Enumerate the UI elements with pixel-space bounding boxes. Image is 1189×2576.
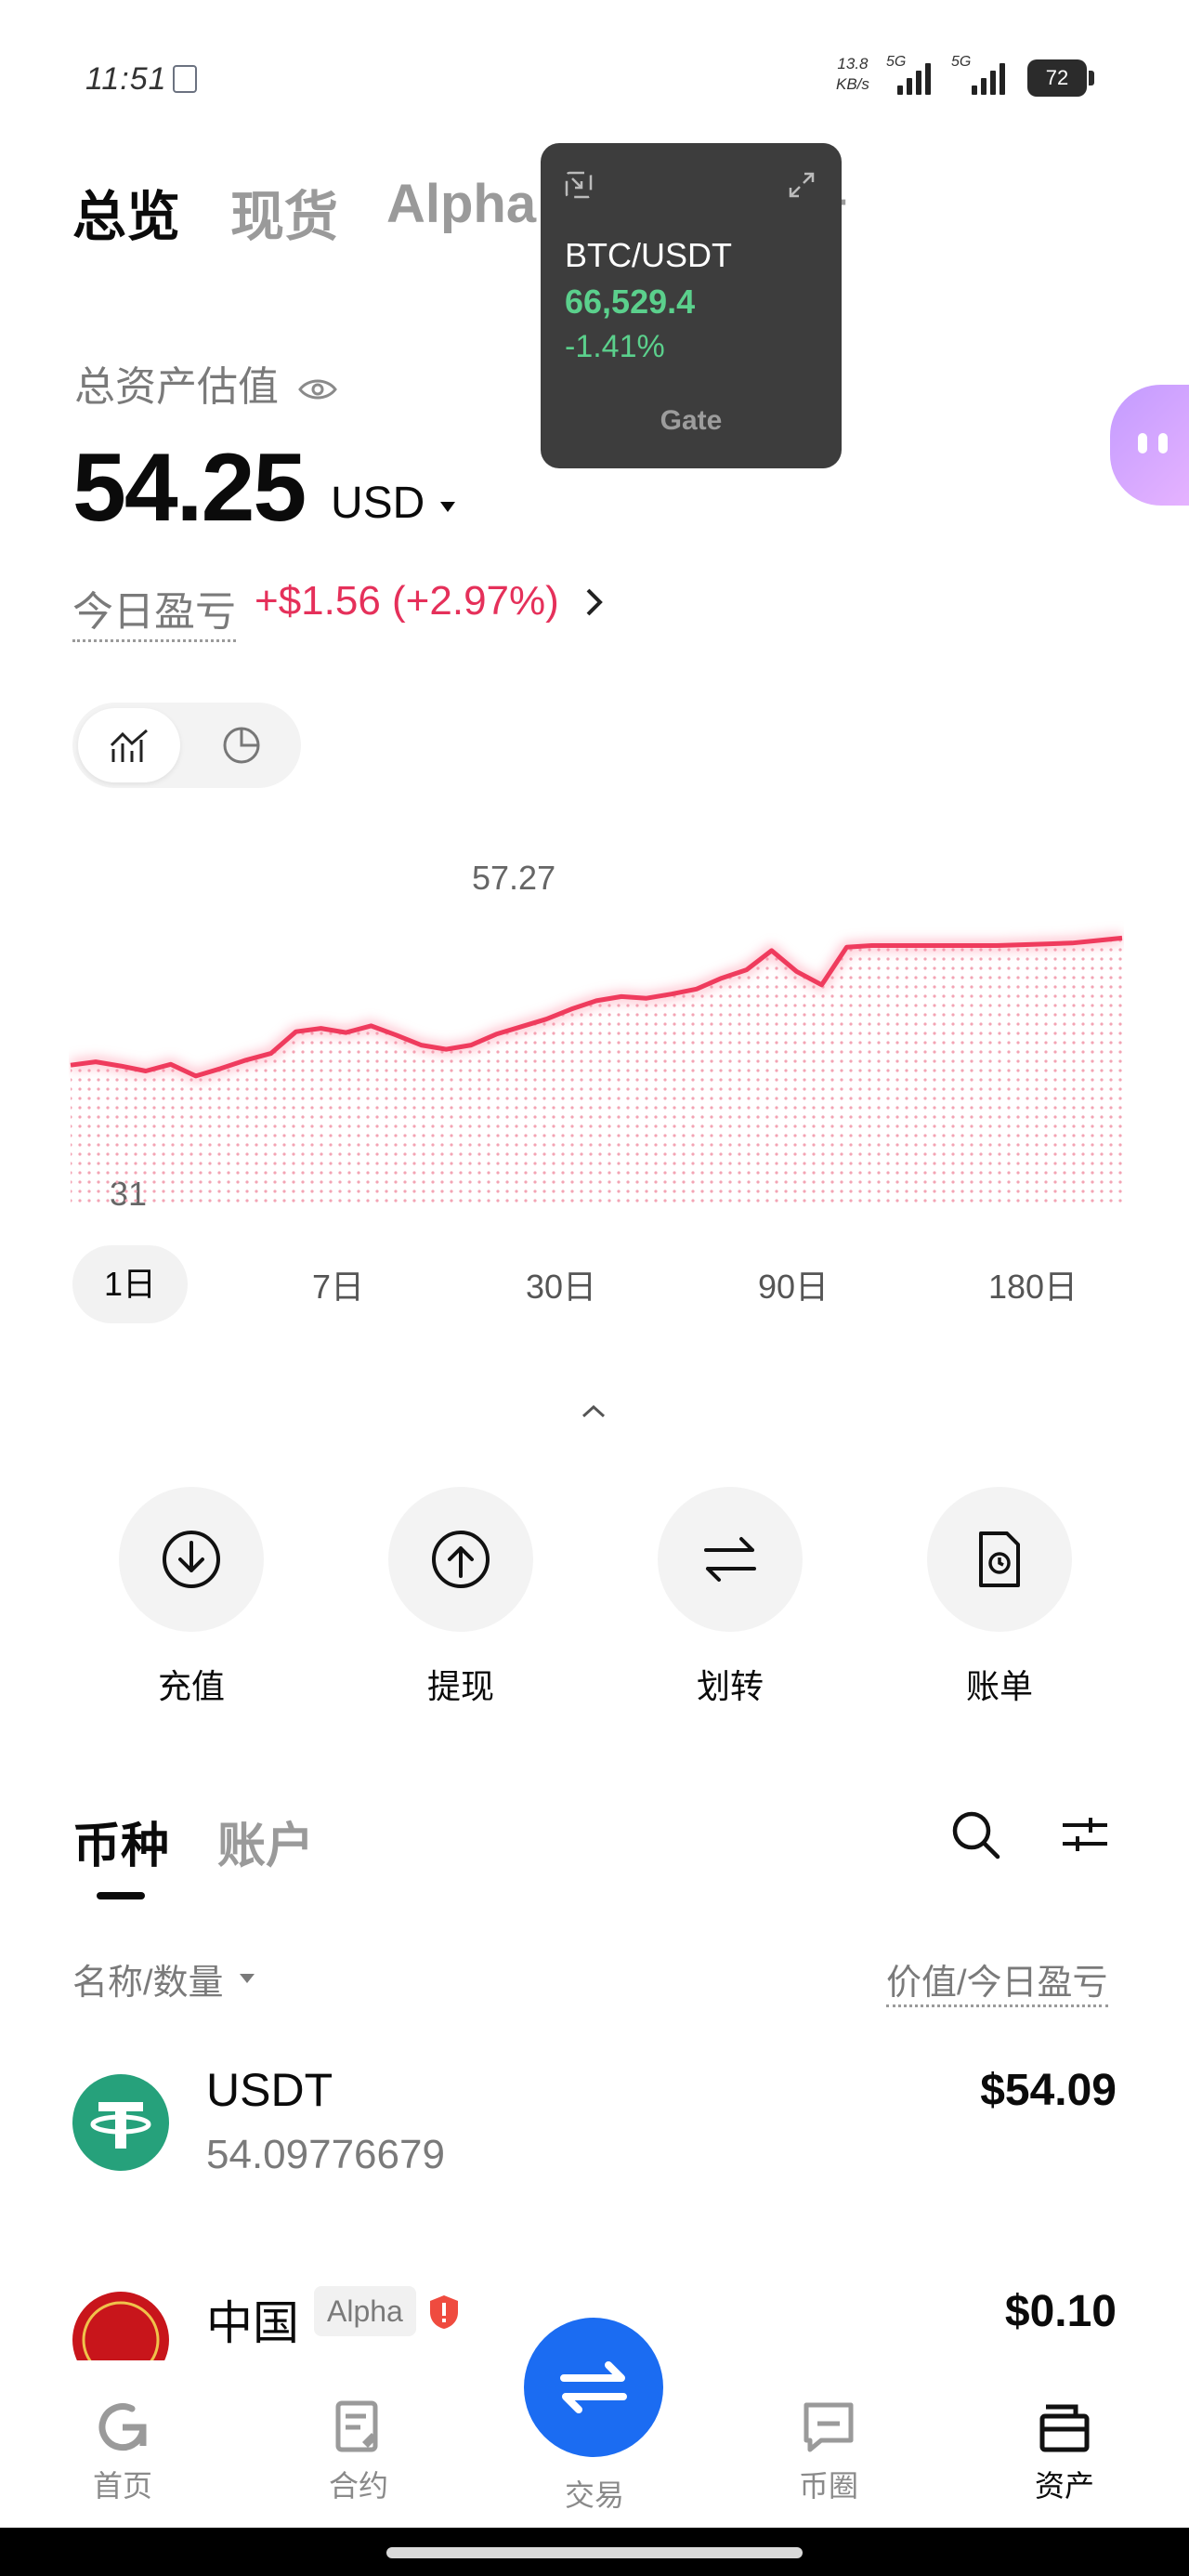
pie-chart-icon[interactable] [221, 725, 262, 766]
nav-home-label: 首页 [92, 2469, 152, 2503]
nav-community[interactable]: 币圈 [764, 2398, 894, 2505]
deposit-icon [163, 1531, 220, 1588]
community-icon [804, 2402, 854, 2452]
deposit-button[interactable]: 充值 [117, 1487, 266, 1708]
bill-button[interactable]: 账单 [925, 1487, 1074, 1708]
sort-caret-icon[interactable] [240, 1974, 255, 1983]
total-assets-value: 54.25 [72, 434, 307, 542]
tab-overview[interactable]: 总览 [72, 173, 180, 251]
period-1d[interactable]: 1日 [72, 1245, 188, 1323]
ticker-change: -1.41% [565, 329, 665, 364]
ticker-pair: BTC/USDT [565, 236, 732, 274]
column-value-pnl[interactable]: 价值/今日盈亏 [886, 1953, 1108, 2007]
network-type-2: 5G [951, 54, 972, 70]
futures-icon [335, 2400, 378, 2452]
eye-icon[interactable] [297, 375, 338, 403]
column-name-qty[interactable]: 名称/数量 [72, 1953, 224, 2004]
floating-ticker[interactable]: BTC/USDT 66,529.4 -1.41% Gate [541, 143, 842, 468]
currency-caret-icon[interactable] [440, 502, 455, 512]
assistant-bubble-icon[interactable] [1110, 385, 1189, 506]
nav-community-label: 币圈 [798, 2469, 858, 2503]
tab-coins[interactable]: 币种 [72, 1807, 169, 1876]
total-assets-label-text: 总资产估值 [74, 364, 279, 410]
transfer-icon [704, 1537, 756, 1582]
coin-name: 中国 [206, 2297, 299, 2349]
signal-bars-2-icon [972, 58, 1005, 95]
coin-value: $54.09 [980, 2066, 1117, 2115]
sim-card-icon [173, 65, 197, 93]
nav-assets[interactable]: 资产 [1000, 2398, 1130, 2505]
withdraw-icon [432, 1531, 490, 1588]
trade-icon [560, 2361, 627, 2413]
coin-value: $0.10 [1004, 2287, 1117, 2336]
chart-area-fill [71, 938, 1122, 1208]
chevron-right-icon[interactable] [583, 585, 606, 627]
trade-button[interactable] [524, 2318, 663, 2457]
transfer-label: 划转 [696, 1667, 764, 1705]
network-speed: 13.8 KB/s [836, 54, 869, 95]
battery-indicator: 72 [1027, 59, 1087, 97]
signal-2: 5G [951, 54, 971, 71]
wallet-icon [1039, 2404, 1090, 2452]
network-speed-unit: KB/s [836, 75, 869, 93]
alpha-badge: Alpha [314, 2286, 416, 2336]
usdt-logo-icon [72, 2074, 169, 2171]
network-speed-value: 13.8 [837, 55, 869, 72]
today-pnl-value[interactable]: +$1.56 (+2.97%) [255, 578, 559, 624]
nav-home[interactable]: 首页 [58, 2398, 188, 2505]
currency-selector[interactable]: USD [331, 478, 425, 529]
today-pnl-label[interactable]: 今日盈亏 [72, 578, 236, 642]
coin-name: USDT [206, 2064, 333, 2116]
bill-label: 账单 [965, 1667, 1033, 1705]
signal-bars-1-icon [897, 58, 931, 95]
expand-window-icon[interactable] [788, 171, 816, 199]
shrink-window-icon[interactable] [565, 171, 593, 199]
risk-warning-shield-icon[interactable] [427, 2293, 461, 2331]
tab-accounts[interactable]: 账户 [217, 1807, 314, 1876]
battery-tip-icon [1089, 71, 1094, 85]
total-assets-label: 总资产估值 [74, 353, 338, 413]
search-icon[interactable] [949, 1808, 1003, 1862]
tab-alpha[interactable]: Alpha [386, 173, 536, 235]
period-180d[interactable]: 180日 [977, 1260, 1089, 1308]
withdraw-label: 提现 [426, 1667, 494, 1705]
period-7d[interactable]: 7日 [292, 1260, 385, 1308]
filter-settings-icon[interactable] [1059, 1812, 1111, 1857]
nav-futures-label: 合约 [328, 2469, 388, 2503]
ticker-price: 66,529.4 [565, 283, 696, 321]
coin-quantity: 54.09776679 [206, 2132, 445, 2177]
home-icon [98, 2403, 147, 2451]
ticker-brand-logo: Gate [660, 405, 723, 436]
zhongguo-token-logo-icon [72, 2292, 169, 2364]
withdraw-button[interactable]: 提现 [386, 1487, 535, 1708]
nav-trade-label-wrap[interactable]: 交易 [529, 2472, 660, 2515]
chart-type-switch[interactable] [72, 703, 301, 788]
nav-assets-label: 资产 [1034, 2469, 1094, 2503]
asset-line-chart[interactable] [69, 846, 1124, 1217]
line-chart-icon[interactable] [110, 727, 150, 764]
status-time: 11:51 [85, 61, 167, 97]
active-tab-indicator [97, 1892, 145, 1899]
tab-spot[interactable]: 现货 [230, 173, 338, 251]
asset-row-usdt[interactable]: USDT 54.09776679 $54.09 [0, 2063, 1189, 2193]
nav-trade-label: 交易 [564, 2478, 624, 2512]
deposit-label: 充值 [157, 1667, 225, 1705]
chevron-up-icon[interactable] [580, 1398, 608, 1426]
nav-futures[interactable]: 合约 [294, 2398, 424, 2505]
transfer-button[interactable]: 划转 [656, 1487, 804, 1708]
period-90d[interactable]: 90日 [747, 1260, 840, 1308]
bill-icon [979, 1531, 1020, 1587]
home-indicator[interactable] [386, 2547, 803, 2558]
period-30d[interactable]: 30日 [515, 1260, 608, 1308]
